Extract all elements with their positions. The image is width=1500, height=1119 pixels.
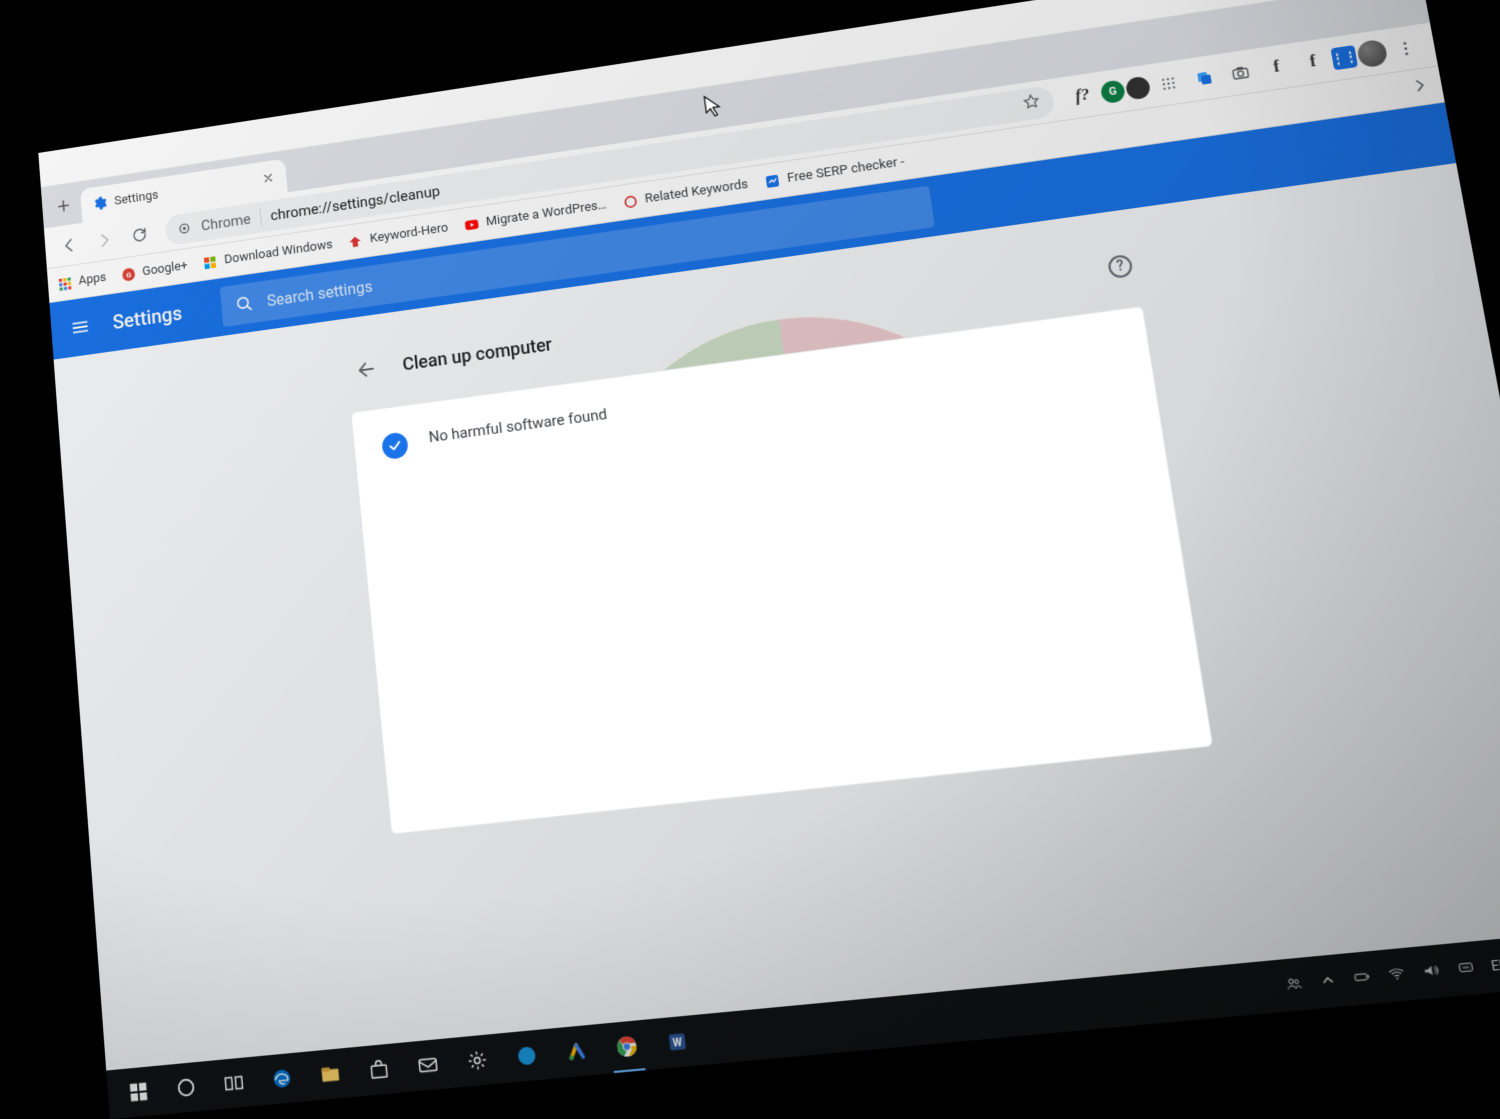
search-icon [234, 293, 255, 315]
bookmark-star-icon[interactable] [1021, 91, 1043, 115]
bookmark-keyword-hero[interactable]: Keyword-Hero [347, 220, 449, 250]
serp-checker-icon [763, 172, 781, 190]
new-tab-button[interactable] [49, 190, 79, 222]
apps-grid-icon [57, 275, 73, 292]
keyword-hero-icon [347, 233, 364, 250]
youtube-icon [463, 216, 480, 234]
settings-back-button[interactable] [349, 351, 385, 388]
tray-volume-icon[interactable] [1420, 960, 1442, 983]
tray-people-icon[interactable] [1283, 973, 1305, 996]
help-button[interactable]: ? [1107, 254, 1134, 279]
taskbar-edge[interactable] [257, 1052, 307, 1105]
tray-input-icon[interactable] [1455, 957, 1477, 980]
close-tab-icon[interactable] [261, 171, 275, 186]
extension-dark-circle-icon[interactable] [1125, 75, 1152, 100]
circle-outline-icon [621, 193, 639, 211]
taskbar-mail[interactable] [402, 1038, 454, 1092]
start-button[interactable] [114, 1066, 163, 1119]
bookmark-apps[interactable]: Apps [57, 270, 107, 292]
extension-grid-icon[interactable] [1149, 65, 1188, 101]
google-plus-icon: G [120, 266, 136, 283]
extension-grammarly-icon[interactable]: G [1100, 79, 1126, 104]
bookmark-label: Download Windows [224, 237, 334, 267]
task-view-button[interactable] [209, 1057, 259, 1110]
taskbar-safari-like[interactable] [500, 1029, 553, 1083]
svg-text:G: G [126, 269, 132, 279]
extension-font-icon[interactable]: f? [1063, 78, 1101, 114]
taskbar-store[interactable] [353, 1043, 404, 1097]
bookmark-label: Google+ [142, 258, 188, 279]
taskbar-settings[interactable] [451, 1033, 503, 1087]
extension-facebook-1-icon[interactable]: f [1257, 49, 1297, 86]
tray-wifi-icon[interactable] [1385, 963, 1407, 986]
omnibox-context: Chrome [200, 210, 251, 234]
taskbar-word[interactable]: W [650, 1015, 704, 1070]
cortana-button[interactable] [161, 1061, 211, 1114]
extension-camera-icon[interactable] [1221, 54, 1260, 91]
windows-logo-icon [202, 254, 218, 271]
omnibox-divider [259, 208, 261, 225]
nav-reload-button[interactable] [124, 217, 156, 251]
taskbar-file-explorer[interactable] [305, 1047, 356, 1101]
settings-menu-button[interactable] [63, 309, 97, 346]
bookmark-label: Related Keywords [644, 177, 749, 206]
extension-facebook-2-icon[interactable]: f [1293, 43, 1333, 80]
tab-title: Settings [114, 188, 159, 209]
cleanup-result-text: No harmful software found [428, 405, 608, 446]
browser-menu-button[interactable] [1385, 30, 1426, 67]
extension-bluebox-icon[interactable]: ⋮⋮ [1330, 45, 1358, 70]
settings-title: Settings [112, 301, 183, 334]
check-circle-icon [381, 431, 409, 460]
profile-avatar[interactable] [1356, 38, 1389, 68]
cleanup-card: Clean up computer ? No harmful software … [344, 233, 1244, 1016]
taskbar-chrome[interactable] [600, 1019, 654, 1074]
taskbar-google-ads[interactable] [550, 1024, 603, 1078]
tray-language[interactable]: ENG [1490, 956, 1500, 975]
tray-chevron-up-icon[interactable] [1317, 970, 1339, 993]
nav-forward-button[interactable] [88, 223, 120, 257]
bookmark-label: Free SERP checker - [786, 154, 905, 186]
extension-card-icon[interactable] [1185, 60, 1224, 97]
bookmark-label: Apps [78, 270, 107, 288]
bookmark-google-plus[interactable]: G Google+ [120, 258, 188, 283]
bookmark-label: Keyword-Hero [369, 221, 449, 247]
gear-icon [92, 195, 108, 212]
bookmarks-overflow-button[interactable] [1409, 74, 1433, 99]
cleanup-section-title: Clean up computer [402, 334, 553, 375]
nav-back-button[interactable] [53, 228, 85, 262]
site-info-icon[interactable] [176, 219, 192, 236]
tray-battery-icon[interactable] [1351, 967, 1373, 990]
